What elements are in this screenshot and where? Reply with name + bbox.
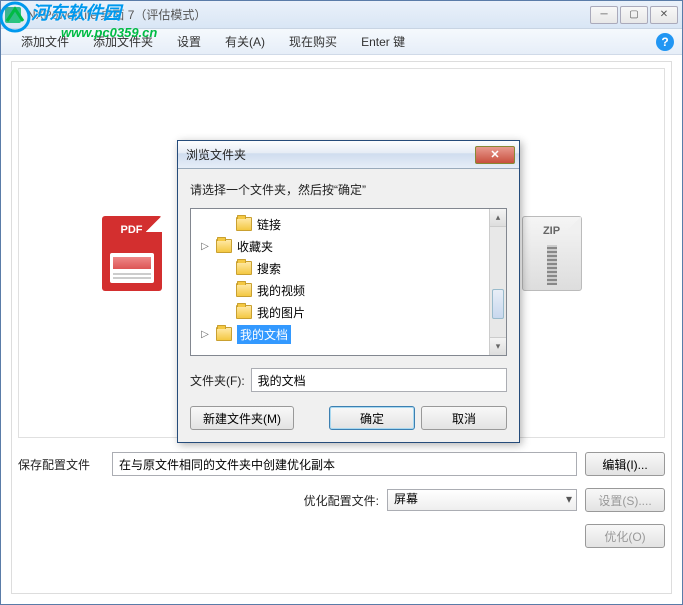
folder-name-label: 文件夹(F): xyxy=(190,372,245,389)
pdf-icon xyxy=(102,216,162,291)
optimize-button: 优化(O) xyxy=(585,524,665,548)
tree-item[interactable]: ▷ 我的文档 xyxy=(191,323,506,345)
tree-item-label: 链接 xyxy=(257,216,281,233)
opt-profile-combo[interactable]: 屏幕 xyxy=(387,489,577,511)
tree-item-label: 我的视频 xyxy=(257,282,305,299)
form-area: 保存配置文件 编辑(I)... 优化配置文件: 屏幕 设置(S).... 优化(… xyxy=(18,452,665,560)
dialog-titlebar: 浏览文件夹 ✕ xyxy=(178,141,519,169)
titlebar: NXPowerLite 桌面 7（评估模式） ─ ▢ ✕ xyxy=(1,1,682,29)
folder-icon xyxy=(216,239,232,253)
folder-tree[interactable]: 链接 ▷ 收藏夹搜索我的视频我的图片 ▷ 我的文档 xyxy=(190,208,507,356)
opt-profile-label: 优化配置文件: xyxy=(304,492,379,509)
folder-icon xyxy=(236,217,252,231)
save-profile-row: 保存配置文件 编辑(I)... xyxy=(18,452,665,476)
optimize-row: 优化(O) xyxy=(18,524,665,548)
tree-scrollbar[interactable] xyxy=(489,209,506,355)
dialog-body: 请选择一个文件夹，然后按“确定” 链接 ▷ 收藏夹搜索我的视频我的图片 ▷ 我的文档 文… xyxy=(178,169,519,442)
settings-button: 设置(S).... xyxy=(585,488,665,512)
menu-buy-now[interactable]: 现在购买 xyxy=(277,29,349,54)
scrollbar-thumb[interactable] xyxy=(492,289,504,319)
opt-profile-value: 屏幕 xyxy=(394,492,418,506)
dialog-instruction: 请选择一个文件夹，然后按“确定” xyxy=(190,181,507,198)
window-title: NXPowerLite 桌面 7（评估模式） xyxy=(27,6,590,23)
menubar: 添加文件 添加文件夹 设置 有关(A) 现在购买 Enter 键 ? xyxy=(1,29,682,55)
ok-button[interactable]: 确定 xyxy=(329,406,415,430)
folder-name-row: 文件夹(F): xyxy=(190,368,507,392)
menu-about[interactable]: 有关(A) xyxy=(213,29,277,54)
dialog-close-button[interactable]: ✕ xyxy=(475,146,515,164)
app-icon xyxy=(5,7,21,23)
close-button[interactable]: ✕ xyxy=(650,6,678,24)
folder-icon xyxy=(236,305,252,319)
tree-item-label: 我的图片 xyxy=(257,304,305,321)
menu-add-file[interactable]: 添加文件 xyxy=(9,29,81,54)
window-controls: ─ ▢ ✕ xyxy=(590,6,678,24)
minimize-button[interactable]: ─ xyxy=(590,6,618,24)
opt-profile-row: 优化配置文件: 屏幕 设置(S).... xyxy=(18,488,665,512)
menu-enter-key[interactable]: Enter 键 xyxy=(349,29,417,54)
tree-item[interactable]: 我的视频 xyxy=(191,279,506,301)
folder-icon xyxy=(236,261,252,275)
folder-icon xyxy=(216,327,232,341)
tree-item-label: 收藏夹 xyxy=(237,238,273,255)
menu-settings[interactable]: 设置 xyxy=(165,29,213,54)
edit-button[interactable]: 编辑(I)... xyxy=(585,452,665,476)
tree-expander-icon[interactable]: ▷ xyxy=(199,329,211,340)
new-folder-button[interactable]: 新建文件夹(M) xyxy=(190,406,294,430)
folder-icon xyxy=(236,283,252,297)
cancel-button[interactable]: 取消 xyxy=(421,406,507,430)
save-profile-label: 保存配置文件 xyxy=(18,456,104,473)
tree-item-label: 搜索 xyxy=(257,260,281,277)
tree-item[interactable]: 搜索 xyxy=(191,257,506,279)
dialog-actions: 新建文件夹(M) 确定 取消 xyxy=(190,406,507,430)
tree-item-label: 我的文档 xyxy=(237,325,291,344)
maximize-button[interactable]: ▢ xyxy=(620,6,648,24)
tree-expander-icon[interactable]: ▷ xyxy=(199,241,211,252)
tree-item[interactable]: 我的图片 xyxy=(191,301,506,323)
folder-name-input[interactable] xyxy=(251,368,507,392)
dialog-title: 浏览文件夹 xyxy=(186,146,475,163)
tree-item[interactable]: ▷ 收藏夹 xyxy=(191,235,506,257)
menu-add-folder[interactable]: 添加文件夹 xyxy=(81,29,165,54)
tree-item[interactable]: 链接 xyxy=(191,213,506,235)
help-icon[interactable]: ? xyxy=(656,33,674,51)
zip-icon xyxy=(522,216,582,291)
browse-folder-dialog: 浏览文件夹 ✕ 请选择一个文件夹，然后按“确定” 链接 ▷ 收藏夹搜索我的视频我的图… xyxy=(177,140,520,443)
save-profile-input[interactable] xyxy=(112,452,577,476)
